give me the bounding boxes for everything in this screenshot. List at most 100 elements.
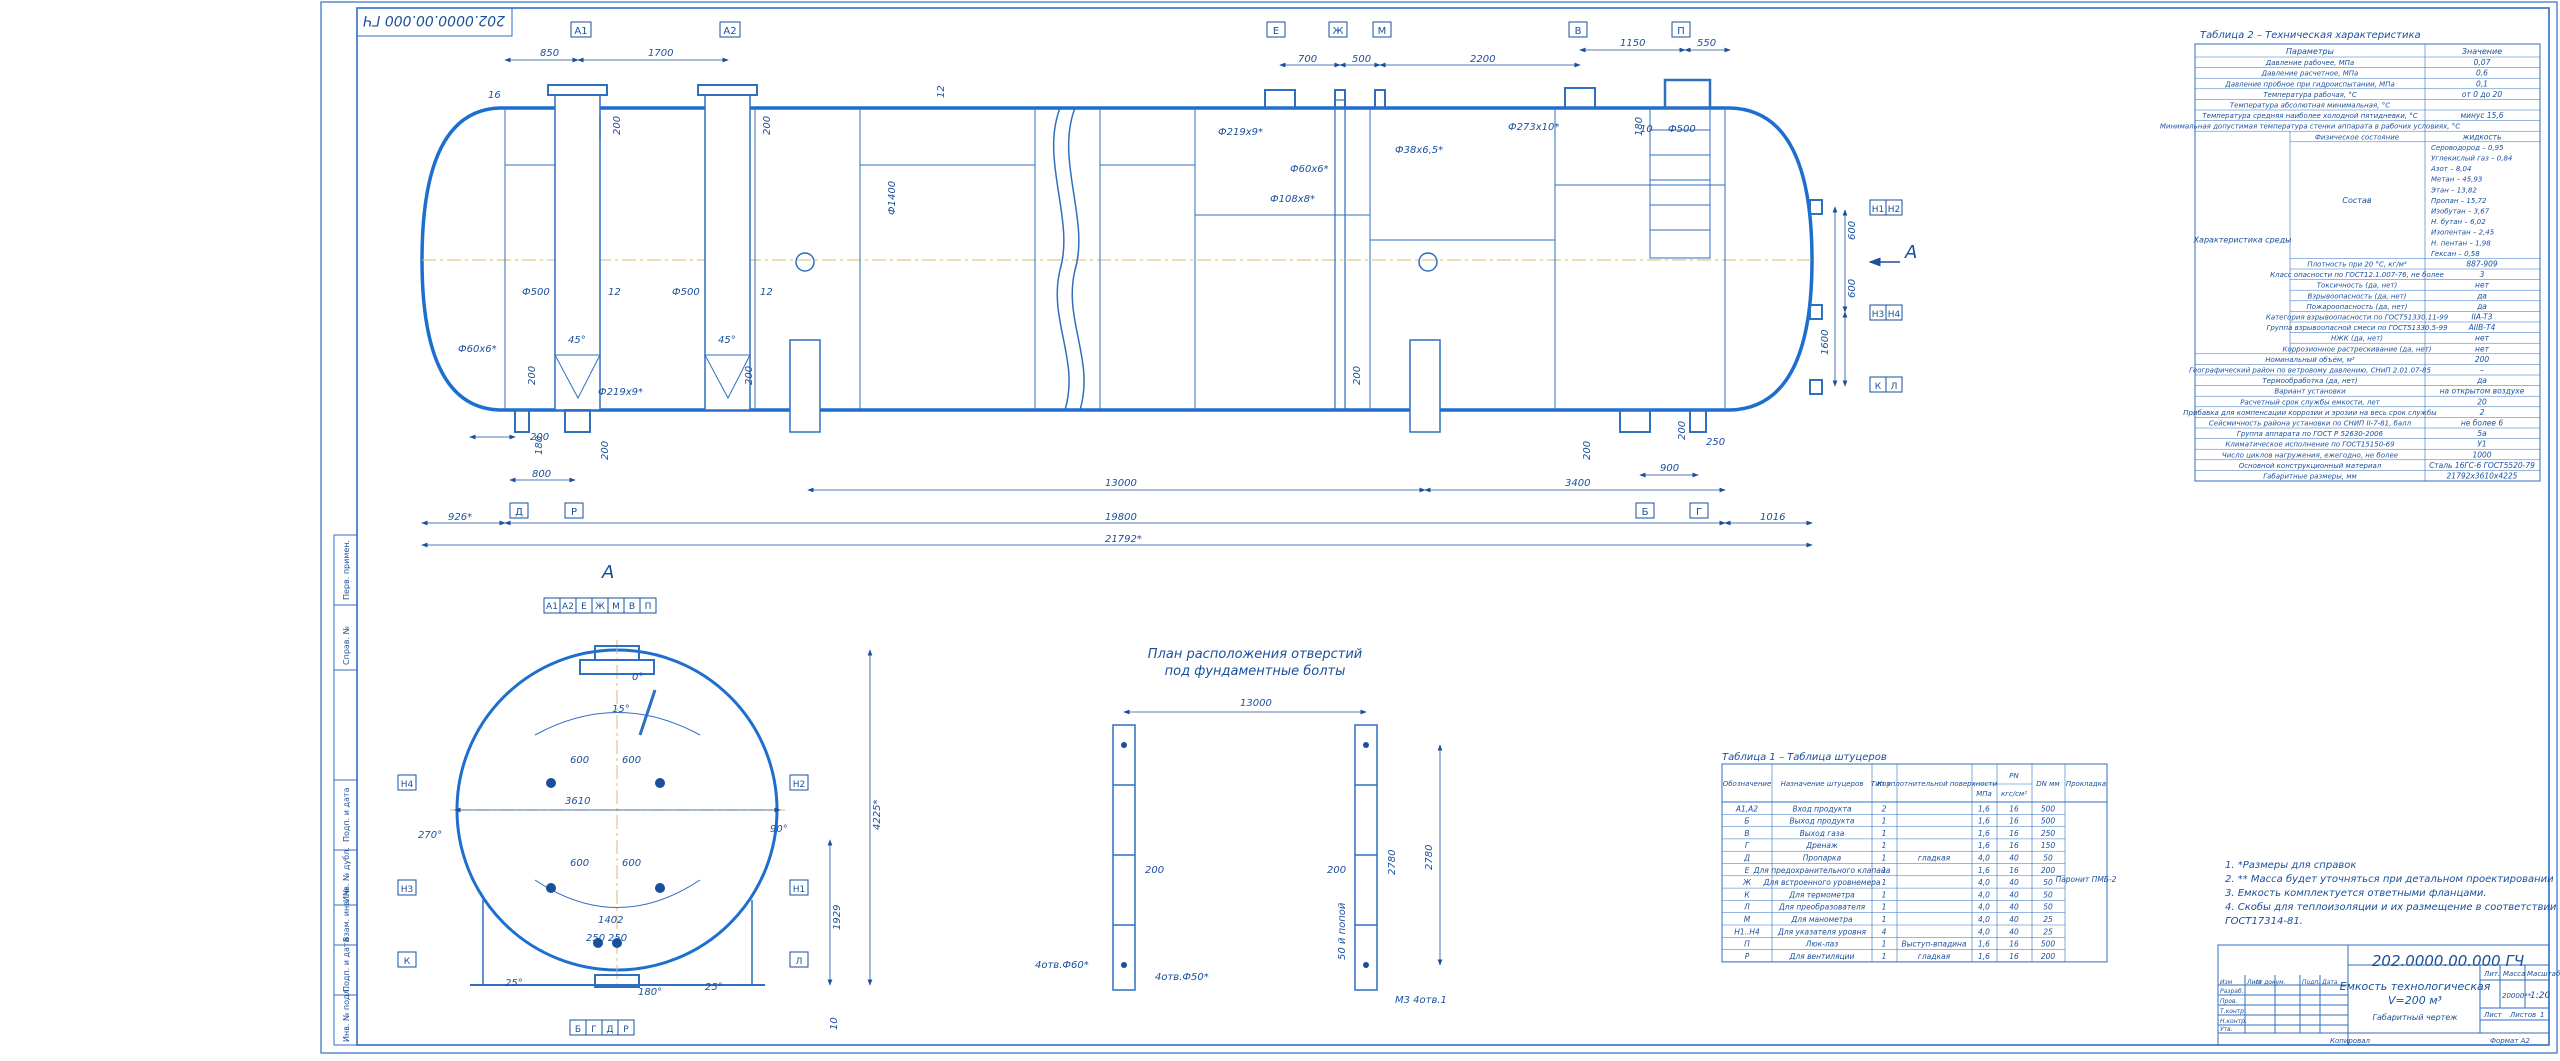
table2-header-value: Значение — [2462, 47, 2502, 56]
table1-pn-mpa: МПа — [1976, 790, 1992, 798]
sec-dim-1402: 1402 — [598, 915, 623, 926]
sec-dim-600b: 600 — [622, 755, 641, 766]
doc-name-1: Емкость технологическая — [2340, 980, 2491, 993]
table1-cell: 500 — [2041, 804, 2056, 813]
marker-v: В — [1575, 26, 1582, 37]
table2-value: да — [2476, 376, 2487, 385]
table2-param: Термообработка (да, нет) — [2262, 377, 2358, 385]
table1-cell: А1,А2 — [1735, 804, 1758, 813]
copied-label: Копировал — [2330, 1037, 2371, 1045]
outer-frame — [320, 1, 2558, 1054]
sec-marker-l: Л — [796, 957, 803, 967]
sec-marker-p: П — [645, 602, 652, 612]
foundation-plan: План расположения отверстий под фундамен… — [1035, 647, 1447, 1006]
main-markers-top: А1 А2 Е Ж М В П — [570, 21, 1691, 38]
dim-200d: 200 — [744, 366, 755, 385]
table1-cell: 16 — [2009, 866, 2019, 875]
table1-cell: Б — [1744, 817, 1749, 826]
table1-cell: 50 — [2043, 854, 2053, 863]
table2-composition-item: Пропан – 15,72 — [2431, 197, 2487, 205]
plan-note-bolts: 50 й попой — [1337, 902, 1348, 960]
table1-cell: 40 — [2009, 903, 2019, 912]
sec-dim-250a: 250 — [586, 933, 605, 944]
table2-value: на открытом воздухе — [2440, 387, 2525, 396]
table1-cell: В — [1744, 829, 1749, 838]
dim-p500b: Ф500 — [672, 287, 700, 298]
dim-1600: 1600 — [1820, 330, 1831, 355]
sec-dim-600d: 600 — [622, 858, 641, 869]
marker-b: Б — [1642, 507, 1649, 518]
sec-marker-d: Д — [606, 1025, 613, 1035]
table1-cell: гладкая — [1918, 854, 1951, 863]
dim-19800: 19800 — [1105, 512, 1137, 523]
table2-value: 5а — [2477, 429, 2487, 438]
mass-value: 20000** — [2502, 992, 2532, 1000]
table1-cell: 1,6 — [1978, 940, 1990, 949]
dim-600a: 600 — [1847, 221, 1858, 240]
table1-cell: 16 — [2009, 841, 2019, 850]
table1-cell: 50 — [2043, 903, 2053, 912]
table2-env-param: Физическое состояние — [2315, 133, 2399, 141]
table2-value: Сталь 16ГС-6 ГОСТ5520-79 — [2429, 461, 2535, 470]
table1-cell: 200 — [2041, 952, 2056, 961]
plan-dim-2780: 2780 — [1424, 845, 1435, 870]
table2-param: Число циклов нагружения, ежегодно, не бо… — [2222, 451, 2398, 459]
table2-env-param: Коррозионное растрескивание (да, нет) — [2282, 345, 2431, 353]
lit-label: Лит. — [2483, 970, 2500, 978]
table1-cell: 500 — [2041, 817, 2056, 826]
marker-n3: Н3 — [1872, 310, 1885, 320]
table1-cell: 4,0 — [1978, 903, 1990, 912]
table2-env-param: Пожароопасность (да, нет) — [2306, 303, 2407, 311]
dim-200f: 200 — [600, 441, 611, 460]
title-block-text: 202.0000.00.000 ГЧ Емкость технологическ… — [2220, 952, 2560, 1045]
person-tkontr: Т.контр. — [2220, 1008, 2246, 1015]
dim-12a: 12 — [936, 85, 947, 98]
table1-cell: Выступ-впадина — [1901, 940, 1966, 949]
table1-cell: 1,6 — [1978, 817, 1990, 826]
dim-p219b: Ф219х9* — [598, 387, 643, 398]
dim-a45a: 45° — [568, 335, 586, 346]
table2-composition-item: Азот – 8,04 — [2430, 165, 2471, 173]
marker-m: М — [1378, 26, 1387, 37]
table2-env-param: Токсичность (да, нет) — [2317, 282, 2398, 290]
plan-note-holes2: 4отв.Ф50* — [1155, 972, 1209, 983]
note-2: 2. ** Масса будет уточняться при детальн… — [2225, 873, 2554, 885]
sec-dim-deg180: 180° — [638, 987, 662, 998]
table2-env-label: Характеристика среды — [2193, 236, 2292, 245]
dim-t12b: 12 — [760, 287, 773, 298]
dim-200e: 200 — [1352, 366, 1363, 385]
table1-header-4: PN — [2009, 772, 2019, 780]
table1-cell: 2 — [1882, 804, 1887, 813]
table1-cell: Для манометра — [1790, 915, 1853, 924]
table1-cell: Для вентиляции — [1789, 952, 1855, 961]
table1-cell: Г — [1745, 841, 1750, 850]
table2-value: 0,07 — [2474, 58, 2491, 67]
marker-k: К — [1875, 382, 1882, 392]
scale-value: 1:20 — [2530, 991, 2550, 1001]
vessel-shell — [420, 106, 1814, 412]
sec-marker-n1: Н1 — [793, 885, 806, 895]
table1-cell: 16 — [2009, 952, 2019, 961]
person-prov: Пров. — [2220, 998, 2238, 1005]
sec-marker-g: Г — [591, 1025, 597, 1035]
strip-label-2: Подп. и дата — [342, 787, 351, 842]
table2-param: Вариант установки — [2274, 388, 2346, 396]
table1-cell: 1 — [1882, 854, 1887, 863]
sec-dim-10: 10 — [829, 1017, 840, 1030]
sec-marker-k: К — [404, 957, 411, 967]
dim-p500a: Ф500 — [522, 287, 550, 298]
table1-cell: 25 — [2043, 927, 2053, 936]
table1-cell: 16 — [2009, 804, 2019, 813]
table1-cell: 4,0 — [1978, 878, 1990, 887]
table2-composition-item: Н. пентан – 1,98 — [2431, 239, 2491, 247]
sec-dim-deg270: 270° — [418, 830, 442, 841]
main-dim-lines — [421, 47, 1848, 548]
dim-200h: 200 — [1677, 421, 1688, 440]
marker-n2: Н2 — [1888, 205, 1901, 215]
table2-composition-label: Состав — [2342, 196, 2371, 205]
table1-cell: 40 — [2009, 890, 2019, 899]
table1-cell: Л — [1743, 903, 1750, 912]
table2-composition-item: Этан – 13,82 — [2430, 186, 2477, 194]
table1-cell: 40 — [2009, 927, 2019, 936]
plan-dim-200b: 200 — [1327, 865, 1346, 876]
